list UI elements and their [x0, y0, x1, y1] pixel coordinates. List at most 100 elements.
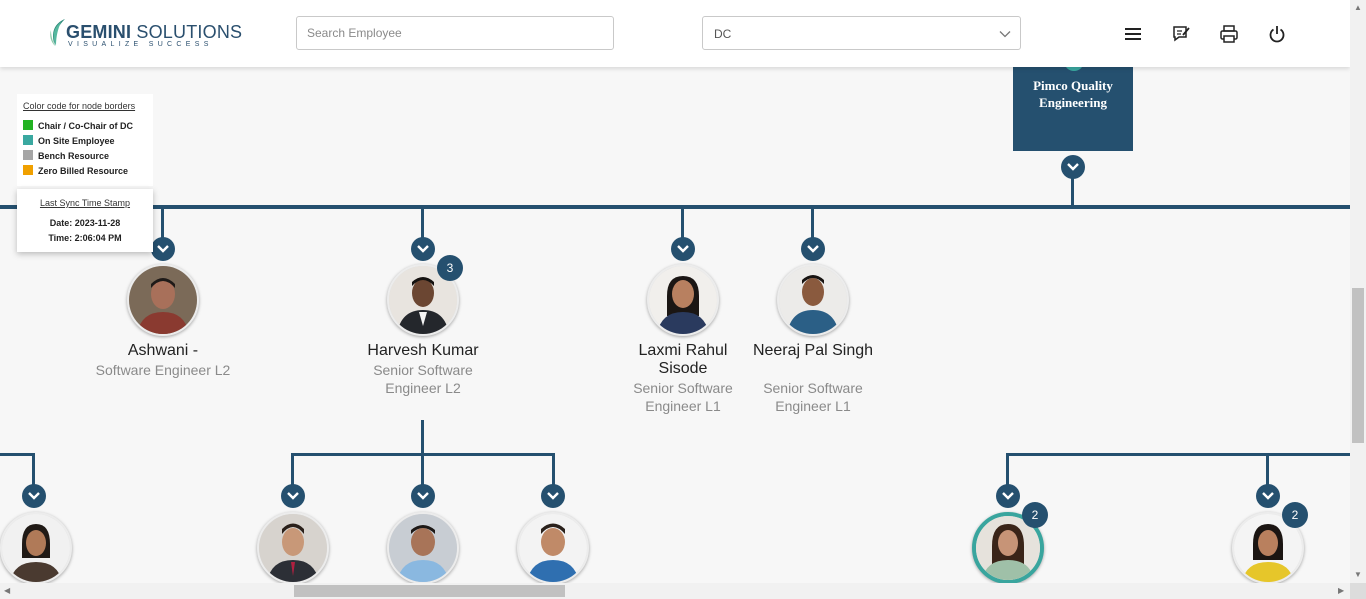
dc-select-value: DC — [714, 27, 732, 41]
chevron-down-icon — [677, 245, 689, 253]
tree-connector — [0, 453, 35, 456]
person-photo — [129, 266, 197, 334]
person-photo — [649, 266, 717, 334]
tree-connector — [32, 453, 35, 487]
reports-count-badge: 3 — [437, 255, 463, 281]
legend-swatch — [23, 165, 33, 175]
chevron-down-icon — [1067, 163, 1079, 171]
employee-avatar[interactable] — [387, 512, 459, 584]
expand-toggle[interactable] — [541, 484, 565, 508]
scroll-down-arrow[interactable]: ▼ — [1354, 570, 1362, 579]
horizontal-scroll-thumb[interactable] — [294, 585, 565, 597]
tree-connector — [1006, 453, 1350, 456]
expand-toggle[interactable] — [801, 237, 825, 261]
employee-name[interactable]: Laxmi Rahul Sisode — [613, 342, 753, 378]
chevron-down-icon — [157, 245, 169, 253]
chevron-down-icon — [287, 492, 299, 500]
legend-label: On Site Employee — [38, 136, 115, 146]
employee-title: Software Engineer L2 — [95, 362, 231, 378]
tree-connector — [552, 453, 555, 487]
employee-name[interactable]: Neeraj Pal Singh — [743, 342, 883, 360]
menu-icon[interactable] — [1123, 24, 1143, 44]
employee-title: Senior Software Engineer L1 — [633, 380, 733, 414]
print-icon[interactable] — [1219, 24, 1239, 44]
chevron-down-icon — [807, 245, 819, 253]
tree-connector — [0, 205, 1350, 209]
tree-connector — [421, 207, 424, 239]
legend-label: Zero Billed Resource — [38, 166, 129, 176]
legend-item-on-site: On Site Employee — [23, 135, 115, 148]
power-icon[interactable] — [1267, 24, 1287, 44]
scroll-up-arrow[interactable]: ▲ — [1354, 3, 1362, 12]
employee-avatar[interactable] — [777, 264, 849, 336]
team-node-label: Pimco Quality Engineering — [1033, 78, 1113, 110]
scroll-right-arrow[interactable]: ▶ — [1338, 586, 1344, 595]
chevron-down-icon — [28, 492, 40, 500]
sync-timestamp-card: Last Sync Time Stamp Date: 2023-11-28 Ti… — [17, 189, 153, 252]
expand-toggle[interactable] — [1256, 484, 1280, 508]
team-node-pimco-quality-engineering[interactable]: Pimco Quality Engineering — [1013, 67, 1133, 151]
sync-title: Last Sync Time Stamp — [39, 198, 131, 208]
tree-connector — [161, 207, 164, 239]
app-header: GEMINI SOLUTIONS VISUALIZE SUCCESS DC — [0, 0, 1350, 67]
search-employee-input[interactable] — [296, 16, 614, 50]
dc-select[interactable]: DC — [702, 16, 1021, 50]
expand-toggle[interactable] — [996, 484, 1020, 508]
expand-toggle[interactable] — [411, 237, 435, 261]
employee-avatar[interactable] — [0, 512, 72, 584]
person-photo — [259, 514, 327, 582]
vertical-scrollbar[interactable]: ▲ ▼ — [1350, 0, 1366, 583]
legend-title: Color code for node borders — [23, 101, 136, 111]
tree-connector — [1006, 453, 1009, 487]
person-photo — [2, 514, 70, 582]
employee-avatar[interactable] — [647, 264, 719, 336]
employee-avatar[interactable] — [257, 512, 329, 584]
expand-toggle[interactable] — [411, 484, 435, 508]
employee-avatar[interactable] — [517, 512, 589, 584]
employee-avatar[interactable] — [127, 264, 199, 336]
logo-tagline: VISUALIZE SUCCESS — [68, 41, 213, 48]
expand-toggle[interactable] — [22, 484, 46, 508]
employee-name[interactable]: Ashwani - — [93, 342, 233, 360]
feedback-icon[interactable] — [1171, 24, 1191, 44]
tree-connector — [1071, 178, 1074, 208]
chevron-down-icon — [1262, 492, 1274, 500]
tree-connector — [291, 453, 555, 456]
person-photo — [779, 266, 847, 334]
gemini-logo[interactable]: GEMINI SOLUTIONS VISUALIZE SUCCESS — [47, 18, 242, 50]
horizontal-scrollbar[interactable]: ◀ ▶ — [0, 583, 1350, 599]
legend-item-zero-billed: Zero Billed Resource — [23, 165, 129, 178]
legend-swatch — [23, 135, 33, 145]
legend-label: Chair / Co-Chair of DC — [38, 121, 134, 131]
legend-item-bench: Bench Resource — [23, 150, 110, 163]
chevron-down-icon — [1002, 492, 1014, 500]
legend-swatch — [23, 120, 33, 130]
logo-name-bold: GEMINI — [66, 22, 132, 42]
expand-toggle[interactable] — [671, 237, 695, 261]
expand-toggle[interactable] — [1061, 155, 1085, 179]
legend-item-chair: Chair / Co-Chair of DC — [23, 120, 134, 133]
expand-toggle[interactable] — [281, 484, 305, 508]
vertical-scroll-thumb[interactable] — [1352, 288, 1364, 443]
tree-connector — [1266, 453, 1269, 487]
tree-connector — [291, 453, 294, 487]
reports-count-badge: 2 — [1282, 502, 1308, 528]
sync-time: Time: 2:06:04 PM — [48, 233, 122, 243]
scroll-left-arrow[interactable]: ◀ — [4, 586, 10, 595]
reports-count-badge: 2 — [1022, 502, 1048, 528]
chevron-down-icon — [417, 492, 429, 500]
employee-title: Senior Software Engineer L2 — [373, 362, 473, 396]
person-photo — [519, 514, 587, 582]
color-legend: Color code for node borders Chair / Co-C… — [17, 94, 153, 186]
chevron-down-icon — [547, 492, 559, 500]
logo-name-rest: SOLUTIONS — [131, 22, 243, 42]
chevron-down-icon — [417, 245, 429, 253]
chevron-down-icon — [999, 31, 1011, 38]
employee-name[interactable]: Harvesh Kumar — [353, 342, 493, 360]
legend-label: Bench Resource — [38, 151, 110, 161]
sync-date: Date: 2023-11-28 — [49, 218, 121, 228]
tree-connector — [681, 207, 684, 239]
expand-toggle[interactable] — [151, 237, 175, 261]
tree-connector — [811, 207, 814, 239]
scrollbar-corner — [1350, 583, 1366, 599]
